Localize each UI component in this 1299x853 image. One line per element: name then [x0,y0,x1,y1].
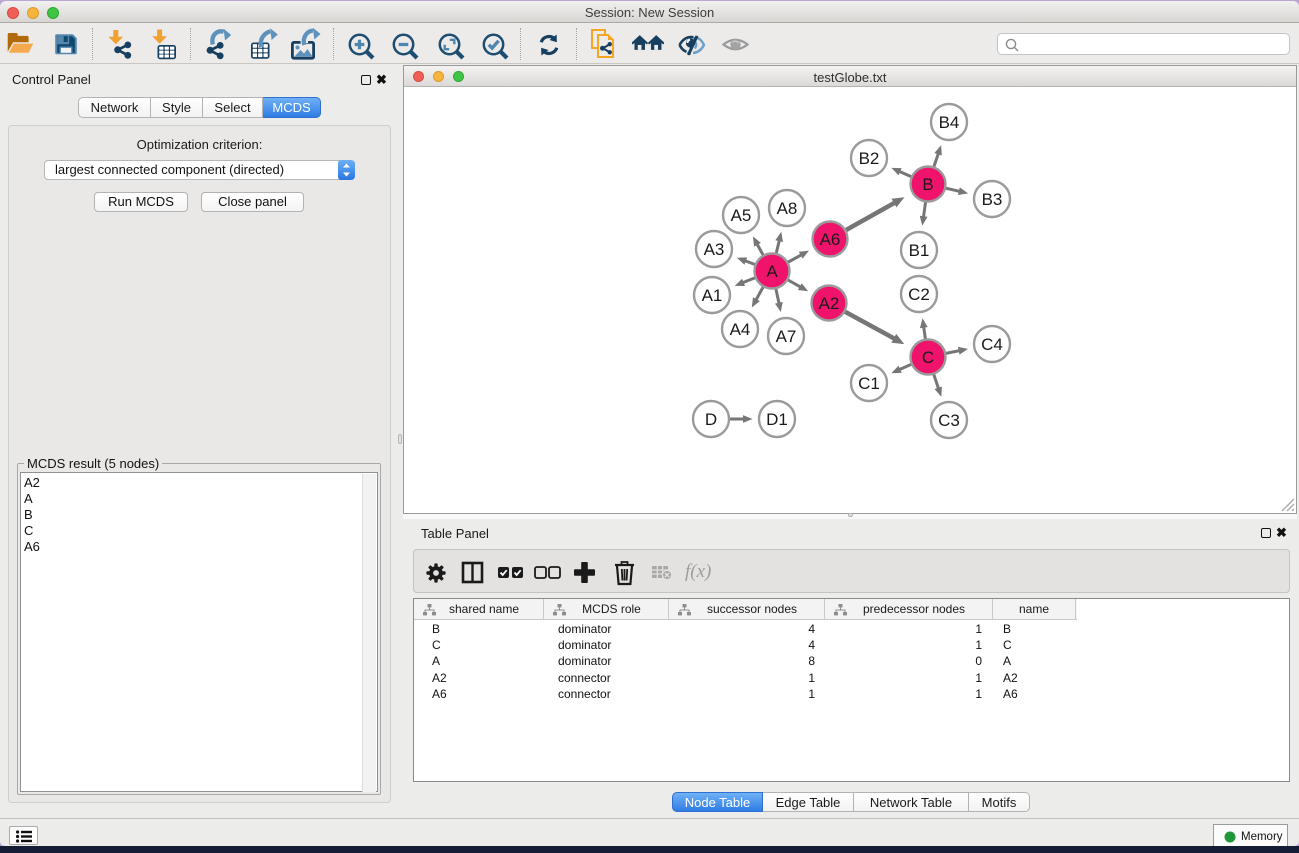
svg-text:B2: B2 [859,149,880,168]
svg-text:B: B [922,175,933,194]
svg-text:C4: C4 [981,335,1003,354]
svg-text:C3: C3 [938,411,960,430]
svg-text:B3: B3 [982,190,1003,209]
svg-text:C2: C2 [908,285,930,304]
svg-text:A8: A8 [777,199,798,218]
svg-text:B1: B1 [909,241,930,260]
svg-text:B4: B4 [939,113,960,132]
svg-text:A2: A2 [819,294,840,313]
svg-text:A4: A4 [730,320,751,339]
svg-text:D1: D1 [766,410,788,429]
svg-text:C1: C1 [858,374,880,393]
svg-text:A: A [766,262,778,281]
svg-text:A5: A5 [731,206,752,225]
svg-text:C: C [922,348,934,367]
svg-text:A3: A3 [704,240,725,259]
svg-text:A7: A7 [776,327,797,346]
svg-text:D: D [705,410,717,429]
svg-text:A6: A6 [820,230,841,249]
svg-text:A1: A1 [702,286,723,305]
